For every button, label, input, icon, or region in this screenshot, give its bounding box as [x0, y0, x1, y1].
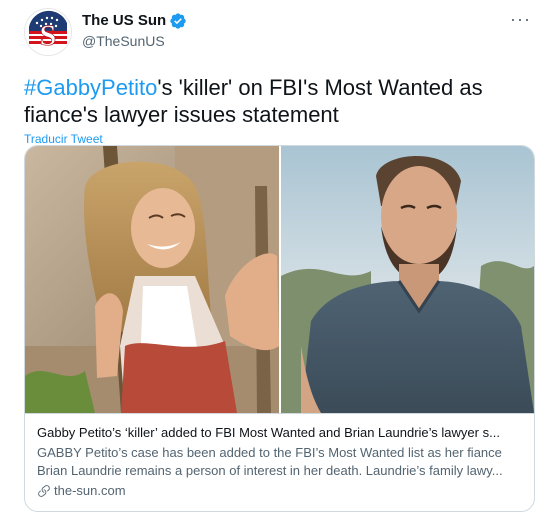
card-domain-row: the-sun.com [37, 482, 522, 500]
tweet-text: #GabbyPetito's 'killer' on FBI's Most Wa… [24, 74, 524, 128]
author-handle[interactable]: @TheSunUS [82, 31, 187, 51]
display-name[interactable]: The US Sun [82, 11, 166, 31]
card-body: Gabby Petito’s ‘killer’ added to FBI Mos… [25, 414, 534, 500]
hashtag-link[interactable]: #GabbyPetito [24, 75, 157, 100]
card-description: GABBY Petito’s case has been added to th… [37, 445, 503, 478]
the-sun-logo-icon: S [25, 9, 71, 55]
tweet: S The US Sun @TheSunUS ··· #GabbyPetito'… [0, 0, 549, 524]
translate-tweet-link[interactable]: Traducir Tweet [24, 132, 103, 146]
verified-badge-icon [169, 12, 187, 30]
more-options-icon[interactable]: ··· [510, 10, 531, 28]
link-icon [37, 484, 51, 498]
card-domain[interactable]: the-sun.com [54, 482, 126, 500]
tweet-header: S The US Sun @TheSunUS ··· [24, 8, 533, 62]
card-images [25, 146, 534, 414]
display-row: The US Sun [82, 11, 187, 31]
author-names: The US Sun @TheSunUS [82, 11, 187, 51]
link-preview-card[interactable]: Gabby Petito’s ‘killer’ added to FBI Mos… [24, 145, 535, 512]
woman-smiling-photo [25, 146, 281, 413]
card-title: Gabby Petito’s ‘killer’ added to FBI Mos… [37, 425, 500, 440]
sun-logo-letter: S [40, 19, 57, 52]
man-portrait-photo [281, 146, 534, 413]
avatar[interactable]: S [24, 8, 72, 56]
